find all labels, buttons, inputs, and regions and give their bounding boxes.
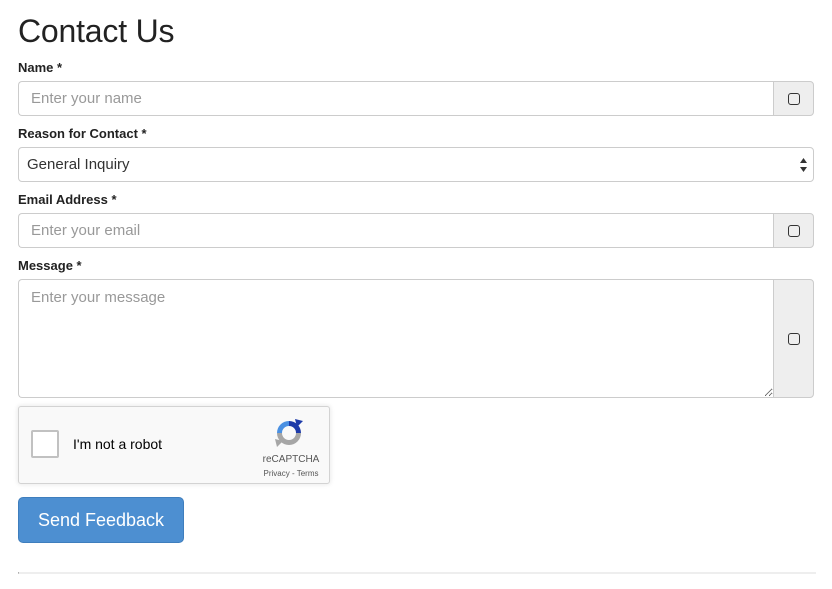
square-icon bbox=[787, 92, 800, 105]
name-addon bbox=[773, 81, 814, 116]
reason-select[interactable]: General Inquiry bbox=[18, 147, 814, 182]
name-input-group bbox=[18, 81, 814, 116]
name-input[interactable] bbox=[18, 81, 773, 116]
email-input[interactable] bbox=[18, 213, 773, 248]
recaptcha-logo-icon bbox=[275, 419, 303, 447]
recaptcha-brand: reCAPTCHA bbox=[262, 454, 320, 465]
message-input-group bbox=[18, 279, 814, 398]
message-addon bbox=[773, 279, 814, 398]
send-feedback-button[interactable]: Send Feedback bbox=[18, 497, 184, 543]
email-addon bbox=[773, 213, 814, 248]
name-label: Name * bbox=[18, 60, 63, 75]
recaptcha-label: I'm not a robot bbox=[73, 436, 163, 452]
recaptcha-checkbox[interactable] bbox=[31, 430, 59, 458]
footer-divider bbox=[18, 572, 816, 574]
recaptcha-widget: I'm not a robot reCAPTCHA Privacy - Term… bbox=[18, 406, 330, 484]
reason-selected-value: General Inquiry bbox=[27, 156, 130, 173]
recaptcha-links: Privacy - Terms bbox=[255, 469, 327, 479]
square-icon bbox=[787, 224, 800, 237]
message-label: Message * bbox=[18, 258, 82, 273]
up-down-arrows-icon bbox=[800, 158, 807, 172]
recaptcha-terms-link[interactable]: Terms bbox=[297, 469, 319, 478]
page-title: Contact Us bbox=[18, 13, 175, 49]
message-textarea[interactable] bbox=[18, 279, 773, 398]
recaptcha-links-separator: - bbox=[289, 469, 297, 478]
square-icon bbox=[787, 332, 800, 345]
reason-label: Reason for Contact * bbox=[18, 126, 147, 141]
email-label: Email Address * bbox=[18, 192, 117, 207]
email-input-group bbox=[18, 213, 814, 248]
recaptcha-privacy-link[interactable]: Privacy bbox=[264, 469, 290, 478]
